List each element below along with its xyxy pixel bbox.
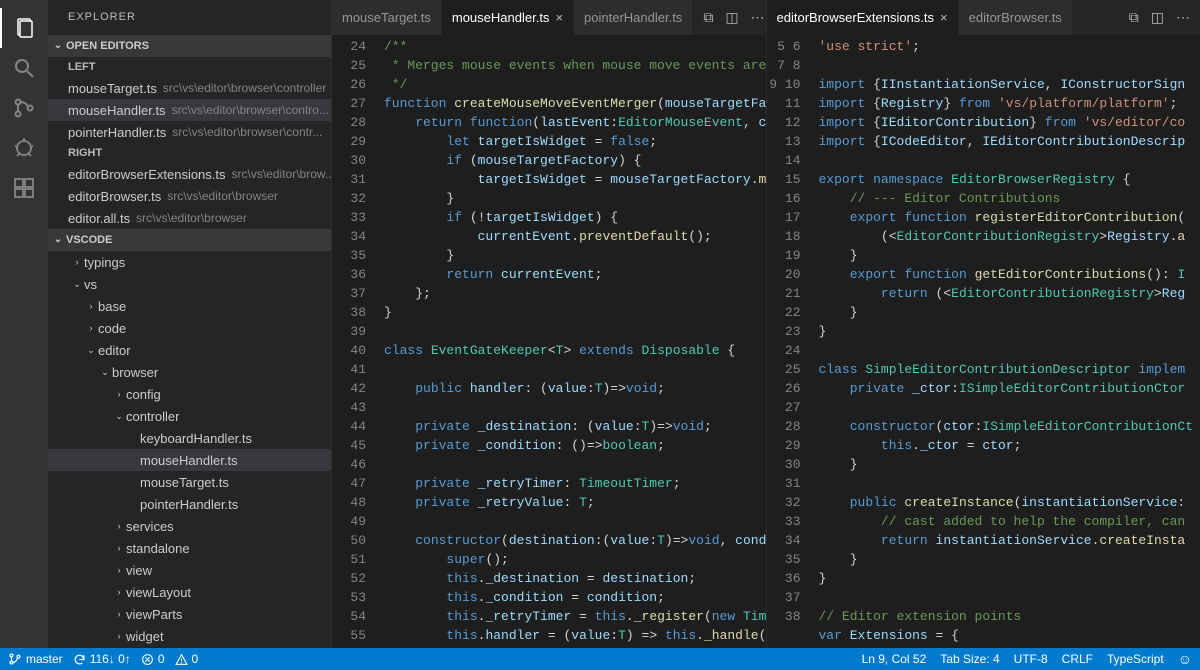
- activity-explorer-icon[interactable]: [0, 8, 48, 48]
- tree-item[interactable]: ⌄editor: [48, 339, 331, 361]
- open-editor-item[interactable]: mouseTarget.tssrc\vs\editor\browser\cont…: [48, 77, 331, 99]
- chevron-down-icon: ⌄: [50, 35, 66, 57]
- chevron-down-icon: ⌄: [50, 229, 66, 251]
- feedback-icon[interactable]: ☺: [1178, 651, 1192, 667]
- close-icon[interactable]: ×: [555, 10, 563, 25]
- tree-item[interactable]: ›base: [48, 295, 331, 317]
- status-encoding[interactable]: UTF-8: [1014, 652, 1048, 666]
- tree-item[interactable]: ›code: [48, 317, 331, 339]
- status-branch[interactable]: master: [8, 652, 63, 666]
- tree-item[interactable]: ⌄controller: [48, 405, 331, 427]
- editor-tab[interactable]: mouseTarget.ts: [332, 0, 442, 35]
- status-warnings[interactable]: 0: [175, 652, 199, 666]
- tree-item[interactable]: keyboardHandler.ts: [48, 427, 331, 449]
- editor-area: mouseTarget.tsmouseHandler.ts×pointerHan…: [331, 0, 1200, 648]
- activity-debug-icon[interactable]: [0, 128, 48, 168]
- editor-tab[interactable]: editorBrowser.ts: [959, 0, 1073, 35]
- more-icon[interactable]: ⋯: [751, 9, 765, 26]
- tree-item[interactable]: ›viewParts: [48, 603, 331, 625]
- editor-group-right: editorBrowserExtensions.ts×editorBrowser…: [766, 0, 1200, 648]
- open-editor-item[interactable]: editorBrowser.tssrc\vs\editor\browser: [48, 185, 331, 207]
- status-bar: master 116↓ 0↑ 0 0 Ln 9, Col 52 Tab Size…: [0, 648, 1200, 670]
- tree-item[interactable]: ›typings: [48, 251, 331, 273]
- open-editor-item[interactable]: mouseHandler.tssrc\vs\editor\browser\con…: [48, 99, 331, 121]
- tree-item[interactable]: ›config: [48, 383, 331, 405]
- tree-item[interactable]: mouseTarget.ts: [48, 471, 331, 493]
- editor-tab[interactable]: editorBrowserExtensions.ts×: [767, 0, 959, 35]
- code-editor[interactable]: 5 6 7 8 9 10 11 12 13 14 15 16 17 18 19 …: [767, 35, 1200, 648]
- tree-item[interactable]: ›viewLayout: [48, 581, 331, 603]
- status-language[interactable]: TypeScript: [1107, 652, 1164, 666]
- open-editor-item[interactable]: editor.all.tssrc\vs\editor\browser: [48, 207, 331, 229]
- code-editor[interactable]: 24 25 26 27 28 29 30 31 32 33 34 35 36 3…: [332, 35, 766, 648]
- copy-icon[interactable]: ⧉: [703, 9, 713, 26]
- status-cursor-position[interactable]: Ln 9, Col 52: [862, 652, 927, 666]
- more-icon[interactable]: ⋯: [1176, 9, 1190, 26]
- activity-extensions-icon[interactable]: [0, 168, 48, 208]
- tree-item[interactable]: ›widget: [48, 625, 331, 647]
- line-gutter: 24 25 26 27 28 29 30 31 32 33 34 35 36 3…: [332, 35, 384, 648]
- split-editor-icon[interactable]: ◫: [1151, 9, 1164, 26]
- open-editor-item[interactable]: editorBrowserExtensions.tssrc\vs\editor\…: [48, 163, 331, 185]
- editor-tab[interactable]: mouseHandler.ts×: [442, 0, 574, 35]
- status-sync[interactable]: 116↓ 0↑: [73, 652, 131, 666]
- status-errors[interactable]: 0: [141, 652, 165, 666]
- group-left-label: LEFT: [48, 57, 331, 77]
- tree-item[interactable]: ⌄browser: [48, 361, 331, 383]
- tree-item[interactable]: pointerHandler.ts: [48, 493, 331, 515]
- tab-row: editorBrowserExtensions.ts×editorBrowser…: [767, 0, 1200, 35]
- editor-tab[interactable]: pointerHandler.ts: [574, 0, 693, 35]
- section-open-editors[interactable]: ⌄ OPEN EDITORS: [48, 35, 331, 57]
- open-editor-item[interactable]: pointerHandler.tssrc\vs\editor\browser\c…: [48, 121, 331, 143]
- tree-item[interactable]: ›view: [48, 559, 331, 581]
- copy-icon[interactable]: ⧉: [1129, 9, 1139, 26]
- group-right-label: RIGHT: [48, 143, 331, 163]
- tree-item[interactable]: ⌄vs: [48, 273, 331, 295]
- activity-scm-icon[interactable]: [0, 88, 48, 128]
- close-icon[interactable]: ×: [940, 10, 948, 25]
- tree-item[interactable]: ›standalone: [48, 537, 331, 559]
- section-vscode[interactable]: ⌄ VSCODE: [48, 229, 331, 251]
- tree-item[interactable]: mouseHandler.ts: [48, 449, 331, 471]
- status-tab-size[interactable]: Tab Size: 4: [940, 652, 999, 666]
- status-eol[interactable]: CRLF: [1062, 652, 1093, 666]
- tab-row: mouseTarget.tsmouseHandler.ts×pointerHan…: [332, 0, 766, 35]
- tree-item[interactable]: ›services: [48, 515, 331, 537]
- activity-search-icon[interactable]: [0, 48, 48, 88]
- split-editor-icon[interactable]: ◫: [725, 9, 738, 26]
- sidebar-title: EXPLORER: [48, 0, 331, 35]
- activity-bar: [0, 0, 48, 648]
- editor-group-left: mouseTarget.tsmouseHandler.ts×pointerHan…: [331, 0, 766, 648]
- line-gutter: 5 6 7 8 9 10 11 12 13 14 15 16 17 18 19 …: [767, 35, 819, 648]
- explorer-sidebar: EXPLORER ⌄ OPEN EDITORS LEFT mouseTarget…: [48, 0, 331, 648]
